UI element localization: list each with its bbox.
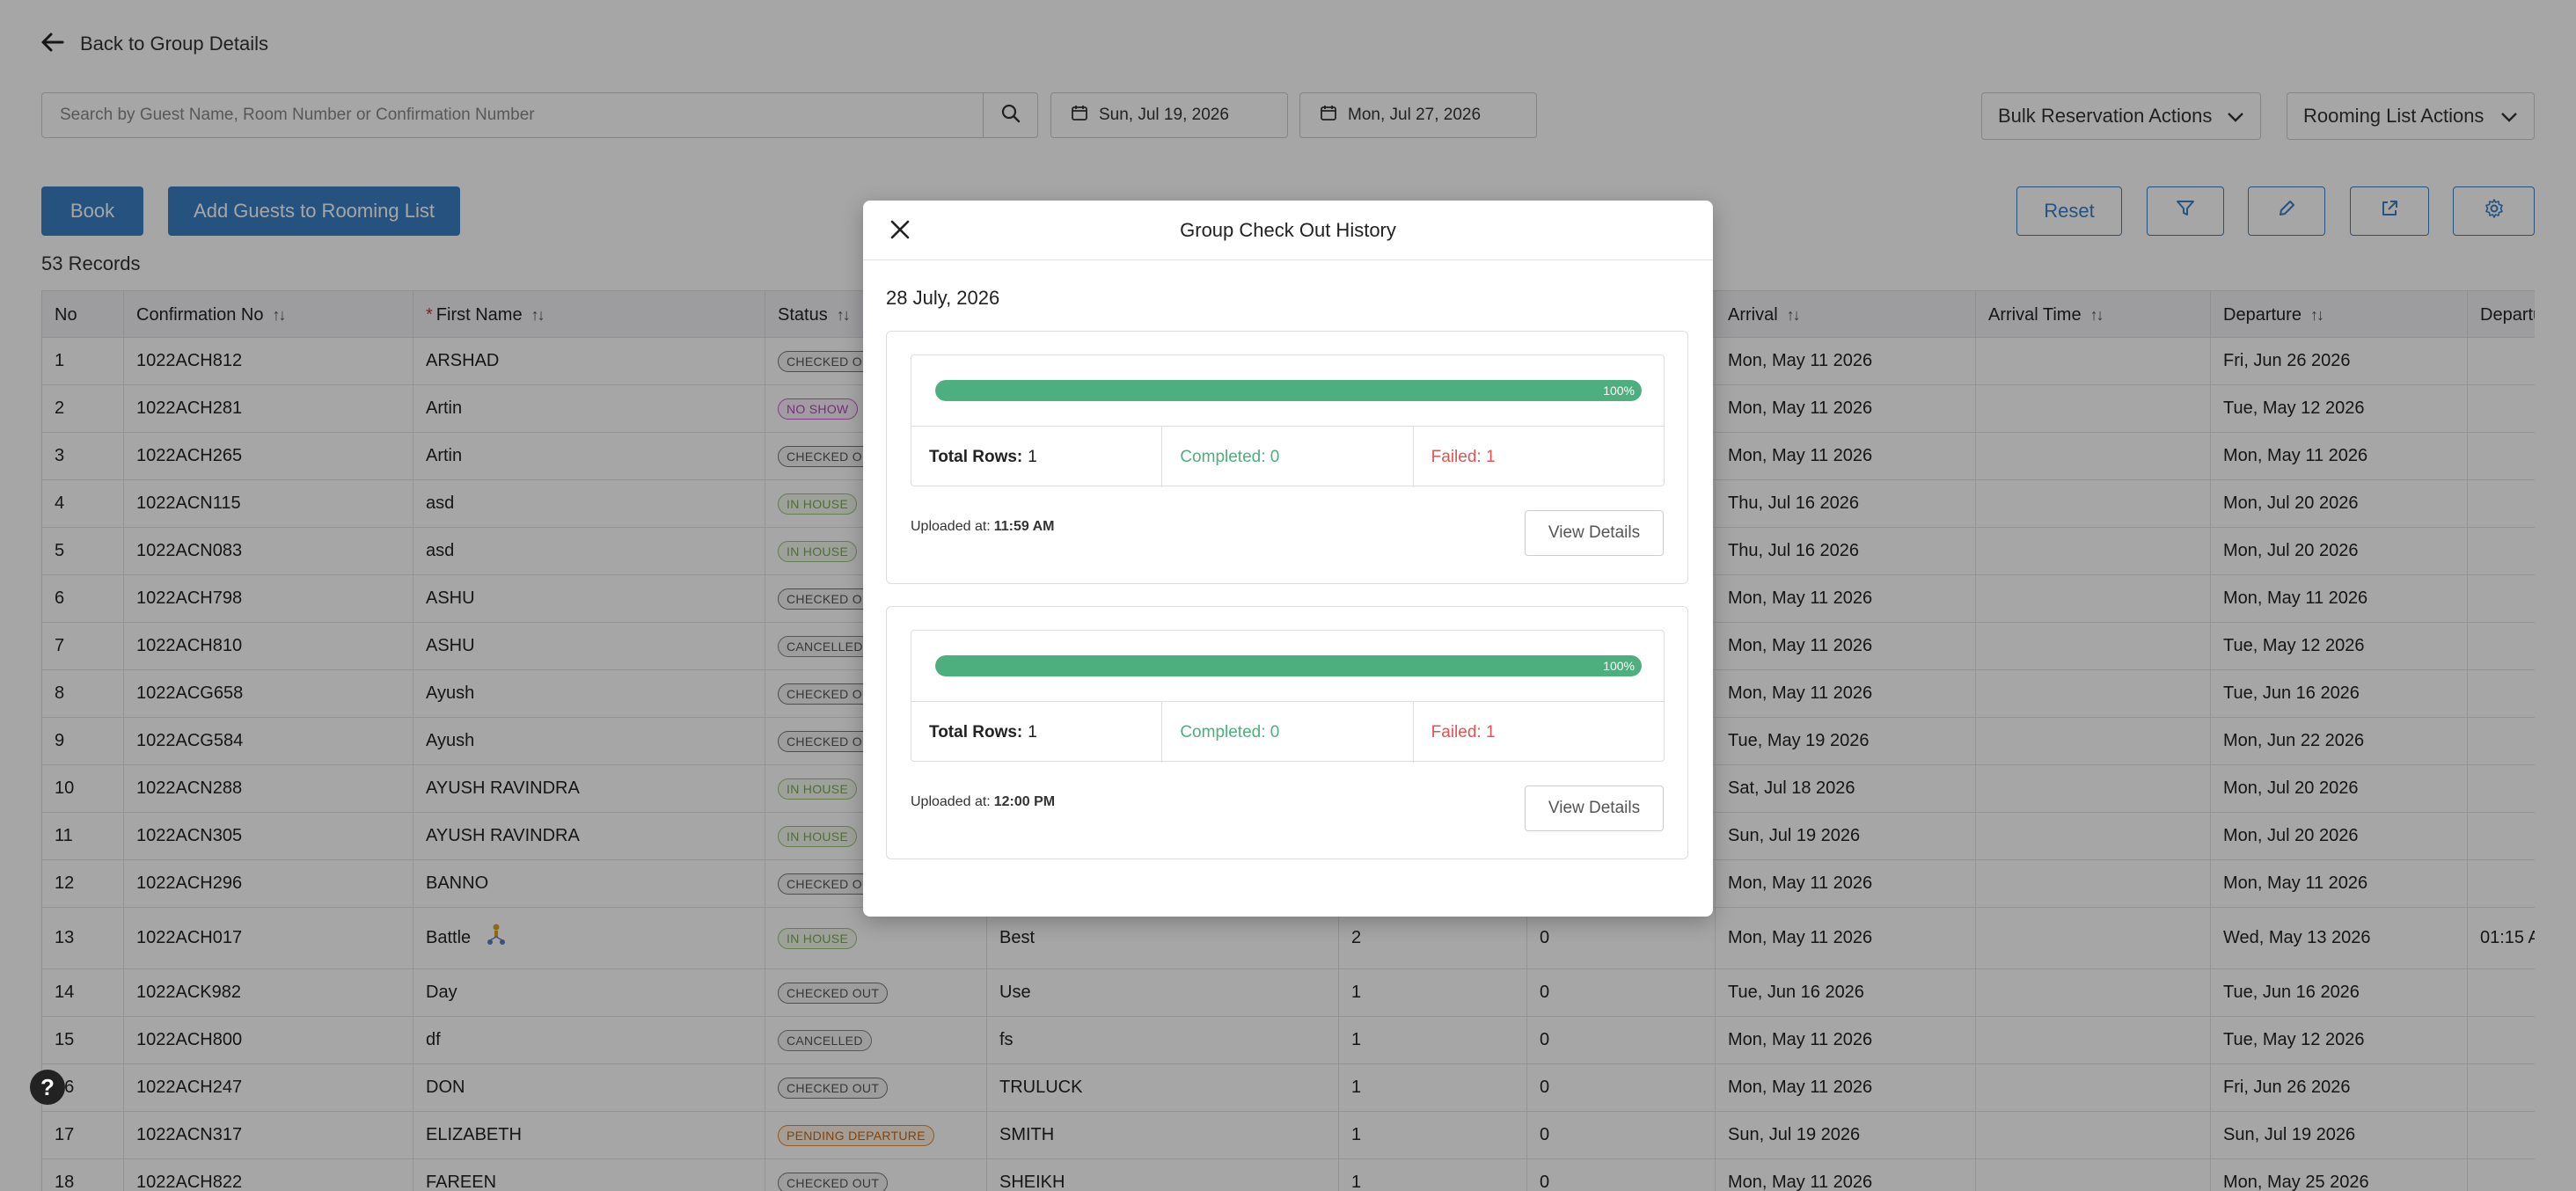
group-check-out-history-modal: Group Check Out History 28 July, 2026 10…: [863, 201, 1713, 917]
stats-row: Total Rows: 1 Completed: 0 Failed: 1: [911, 426, 1664, 487]
view-details-button[interactable]: View Details: [1525, 510, 1664, 556]
progress-label: 100%: [1603, 659, 1635, 673]
history-card: 100% Total Rows: 1 Completed: 0 Failed: 1…: [886, 331, 1688, 584]
uploaded-at-label: Uploaded at:: [911, 519, 991, 534]
failed-stat: Failed: 1: [1431, 722, 1496, 742]
history-summary: 100% Total Rows: 1 Completed: 0 Failed: 1: [911, 354, 1665, 487]
completed-stat: Completed: 0: [1162, 702, 1414, 763]
close-button[interactable]: [882, 213, 918, 248]
uploaded-at: Uploaded at: 11:59 AM: [911, 519, 1055, 535]
history-date: 28 July, 2026: [886, 287, 1000, 309]
uploaded-at-time: 12:00 PM: [993, 794, 1056, 809]
completed-stat: Completed: 0: [1162, 427, 1414, 487]
total-rows-stat: Total Rows: 1: [911, 427, 1163, 487]
modal-title: Group Check Out History: [1180, 218, 1396, 241]
progress-bar: 100%: [935, 655, 1642, 676]
stats-row: Total Rows: 1 Completed: 0 Failed: 1: [911, 701, 1664, 763]
total-rows-value: 1: [1028, 447, 1037, 466]
uploaded-at-label: Uploaded at:: [911, 794, 991, 809]
total-rows-stat: Total Rows: 1: [911, 702, 1163, 763]
failed-stat: Failed: 1: [1431, 447, 1496, 466]
total-rows-value: 1: [1028, 722, 1037, 742]
history-summary: 100% Total Rows: 1 Completed: 0 Failed: 1: [911, 630, 1665, 763]
progress-fill: 100%: [935, 380, 1642, 401]
rooming-list-page: Back to Group Details Sun, Jul 19, 2026 …: [0, 0, 2576, 1191]
history-card: 100% Total Rows: 1 Completed: 0 Failed: 1…: [886, 606, 1688, 859]
total-rows-label: Total Rows:: [929, 722, 1023, 742]
progress-fill: 100%: [935, 655, 1642, 676]
help-button[interactable]: ?: [30, 1070, 65, 1105]
uploaded-at-time: 11:59 AM: [993, 519, 1055, 534]
progress-bar: 100%: [935, 380, 1642, 401]
modal-header: Group Check Out History: [863, 201, 1713, 260]
progress-label: 100%: [1603, 384, 1635, 398]
view-details-button[interactable]: View Details: [1525, 785, 1664, 831]
total-rows-label: Total Rows:: [929, 447, 1023, 466]
uploaded-at: Uploaded at: 12:00 PM: [911, 794, 1055, 810]
close-icon: [889, 214, 911, 248]
